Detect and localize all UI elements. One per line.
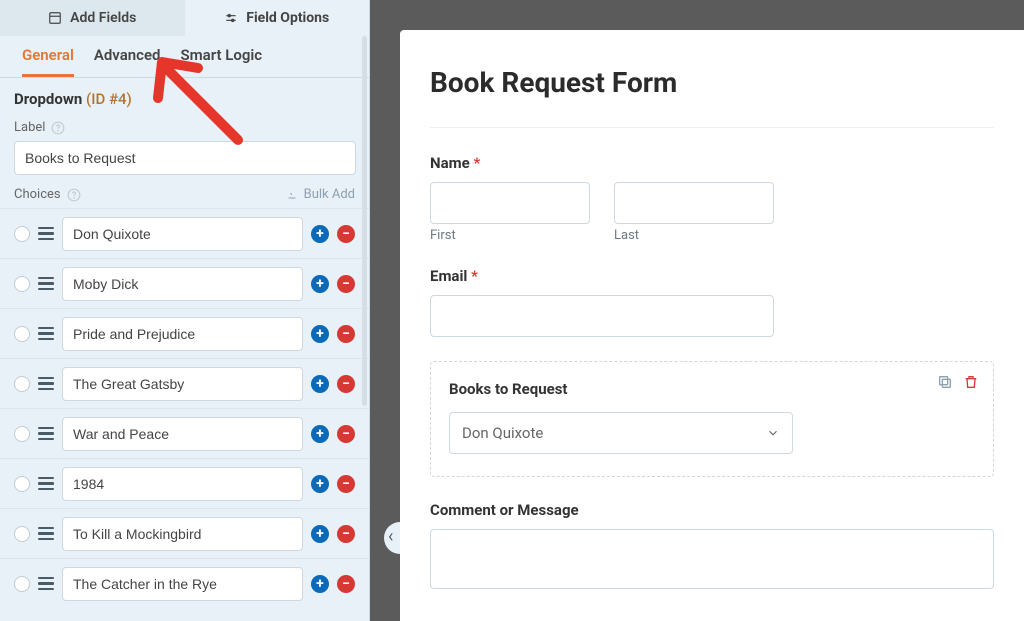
choice-row: + − [0, 508, 369, 558]
add-choice-button[interactable]: + [311, 375, 329, 393]
trash-icon[interactable] [963, 374, 979, 390]
choice-text-input[interactable] [62, 267, 303, 301]
choice-default-radio[interactable] [14, 476, 30, 492]
choice-default-radio[interactable] [14, 576, 30, 592]
last-name-input[interactable] [614, 182, 774, 224]
section-header: Dropdown (ID #4) [0, 78, 369, 116]
choice-text-input[interactable] [62, 317, 303, 351]
tab-label: Field Options [246, 10, 329, 26]
bulk-add-button[interactable]: Bulk Add [286, 187, 355, 202]
choice-row: + − [0, 208, 369, 258]
remove-choice-button[interactable]: − [337, 425, 355, 443]
choice-text-input[interactable] [62, 417, 303, 451]
choices-label: Choices [14, 187, 61, 202]
dropdown-selected-value: Don Quixote [462, 424, 543, 442]
download-icon [286, 189, 298, 201]
bulk-add-label: Bulk Add [304, 187, 355, 202]
tab-field-options[interactable]: Field Options [185, 0, 370, 36]
choice-row: + − [0, 408, 369, 458]
last-sublabel: Last [614, 228, 774, 243]
comment-textarea[interactable] [430, 529, 994, 589]
form-title: Book Request Form [430, 66, 994, 128]
remove-choice-button[interactable]: − [337, 375, 355, 393]
layout-icon [48, 11, 62, 25]
choice-row: + − [0, 358, 369, 408]
name-field: Name * First Last [430, 154, 994, 243]
sliders-icon [224, 11, 238, 25]
choice-row: + − [0, 558, 369, 608]
choice-text-input[interactable] [62, 217, 303, 251]
help-icon[interactable] [67, 188, 81, 202]
drag-handle-icon[interactable] [38, 426, 54, 442]
drag-handle-icon[interactable] [38, 376, 54, 392]
first-name-input[interactable] [430, 182, 590, 224]
remove-choice-button[interactable]: − [337, 475, 355, 493]
remove-choice-button[interactable]: − [337, 525, 355, 543]
add-choice-button[interactable]: + [311, 225, 329, 243]
tab-label: Add Fields [70, 10, 136, 26]
sub-tabs: General Advanced Smart Logic [0, 36, 369, 78]
top-tabs: Add Fields Field Options [0, 0, 369, 36]
remove-choice-button[interactable]: − [337, 275, 355, 293]
sub-tab-general[interactable]: General [22, 46, 74, 77]
drag-handle-icon[interactable] [38, 526, 54, 542]
comment-field: Comment or Message [430, 501, 994, 589]
add-choice-button[interactable]: + [311, 325, 329, 343]
remove-choice-button[interactable]: − [337, 225, 355, 243]
add-choice-button[interactable]: + [311, 575, 329, 593]
dropdown-select[interactable]: Don Quixote [449, 412, 793, 454]
drag-handle-icon[interactable] [38, 326, 54, 342]
email-input[interactable] [430, 295, 774, 337]
sub-tab-advanced[interactable]: Advanced [94, 46, 161, 77]
dropdown-label: Books to Request [449, 380, 975, 398]
sub-tab-smart-logic[interactable]: Smart Logic [180, 46, 262, 77]
chevron-down-icon [766, 426, 780, 440]
email-label: Email * [430, 267, 994, 285]
email-field: Email * [430, 267, 994, 337]
choice-default-radio[interactable] [14, 276, 30, 292]
drag-handle-icon[interactable] [38, 576, 54, 592]
choice-default-radio[interactable] [14, 226, 30, 242]
choice-row: + − [0, 308, 369, 358]
choice-text-input[interactable] [62, 367, 303, 401]
name-label: Name * [430, 154, 994, 172]
choice-list: + − + − + − + − + − + − + − + − [0, 208, 369, 608]
first-sublabel: First [430, 228, 590, 243]
comment-label: Comment or Message [430, 501, 994, 519]
drag-handle-icon[interactable] [38, 276, 54, 292]
remove-choice-button[interactable]: − [337, 575, 355, 593]
help-icon[interactable] [51, 121, 65, 135]
choice-default-radio[interactable] [14, 376, 30, 392]
add-choice-button[interactable]: + [311, 525, 329, 543]
label-input[interactable] [14, 141, 356, 175]
section-title: Dropdown [14, 90, 82, 108]
label-text: Label [14, 120, 45, 135]
field-id: (ID #4) [86, 90, 132, 108]
choice-text-input[interactable] [62, 567, 303, 601]
label-field-header: Label [0, 116, 369, 141]
choice-row: + − [0, 258, 369, 308]
drag-handle-icon[interactable] [38, 226, 54, 242]
duplicate-icon[interactable] [937, 374, 953, 390]
choices-header: Choices Bulk Add [0, 187, 369, 208]
drag-handle-icon[interactable] [38, 476, 54, 492]
tab-add-fields[interactable]: Add Fields [0, 0, 185, 36]
dropdown-field-selected[interactable]: Books to Request Don Quixote [430, 361, 994, 477]
choice-row: + − [0, 458, 369, 508]
form-preview: Book Request Form Name * First Last Emai… [400, 30, 1024, 621]
choice-text-input[interactable] [62, 467, 303, 501]
add-choice-button[interactable]: + [311, 275, 329, 293]
choice-text-input[interactable] [62, 517, 303, 551]
remove-choice-button[interactable]: − [337, 325, 355, 343]
scrollbar[interactable] [362, 36, 367, 406]
choice-default-radio[interactable] [14, 426, 30, 442]
add-choice-button[interactable]: + [311, 425, 329, 443]
choice-default-radio[interactable] [14, 326, 30, 342]
choice-default-radio[interactable] [14, 526, 30, 542]
sidebar: Add Fields Field Options General Advance… [0, 0, 370, 621]
add-choice-button[interactable]: + [311, 475, 329, 493]
